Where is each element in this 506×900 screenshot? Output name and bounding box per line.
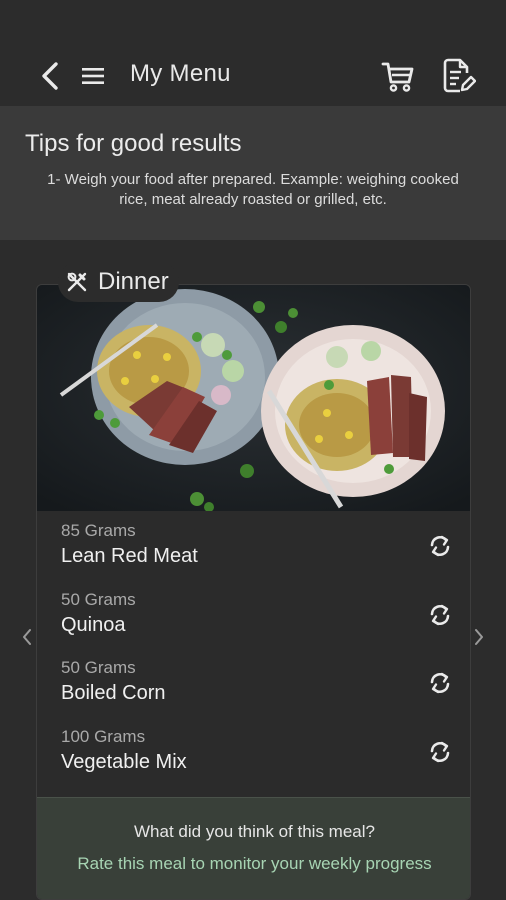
tips-panel: Tips for good results 1- Weigh your food… (0, 106, 506, 240)
food-quantity: 50 Grams (61, 590, 136, 609)
chevron-left-icon[interactable] (20, 626, 34, 648)
food-item: 50 Grams Quinoa (61, 590, 451, 650)
food-name: Lean Red Meat (61, 545, 198, 567)
hamburger-menu-icon[interactable] (80, 64, 106, 88)
food-item: 50 Grams Boiled Corn (61, 658, 451, 718)
meal-photo (37, 285, 470, 511)
food-item: 85 Grams Lean Red Meat (61, 521, 451, 581)
tips-title: Tips for good results (25, 130, 242, 157)
food-quantity: 50 Grams (61, 658, 136, 677)
chevron-right-icon[interactable] (472, 626, 486, 648)
rate-meal-panel[interactable]: What did you think of this meal? Rate th… (37, 797, 470, 899)
page-title: My Menu (130, 60, 231, 87)
app-bar: My Menu (0, 0, 506, 106)
rating-prompt-link[interactable]: Rate this meal to monitor your weekly pr… (37, 854, 470, 874)
food-name: Boiled Corn (61, 682, 166, 704)
tips-text: 1- Weigh your food after prepared. Examp… (47, 171, 459, 208)
swap-food-icon[interactable] (427, 602, 453, 628)
food-quantity: 100 Grams (61, 727, 146, 746)
back-arrow-icon[interactable] (36, 58, 64, 94)
meal-type-tag: Dinner (58, 262, 179, 302)
food-name: Vegetable Mix (61, 751, 187, 773)
edit-document-icon[interactable] (440, 57, 476, 95)
swap-food-icon[interactable] (427, 670, 453, 696)
shopping-cart-icon[interactable] (380, 58, 416, 94)
meal-name: Dinner (98, 268, 169, 295)
swap-food-icon[interactable] (427, 533, 453, 559)
meal-card[interactable]: 85 Grams Lean Red Meat 50 Grams Quinoa 5… (36, 284, 471, 900)
food-item: 100 Grams Vegetable Mix (61, 727, 451, 787)
swap-food-icon[interactable] (427, 739, 453, 765)
food-quantity: 85 Grams (61, 521, 136, 540)
food-name: Quinoa (61, 614, 126, 636)
rating-question: What did you think of this meal? (134, 822, 375, 841)
utensils-icon (67, 272, 87, 292)
